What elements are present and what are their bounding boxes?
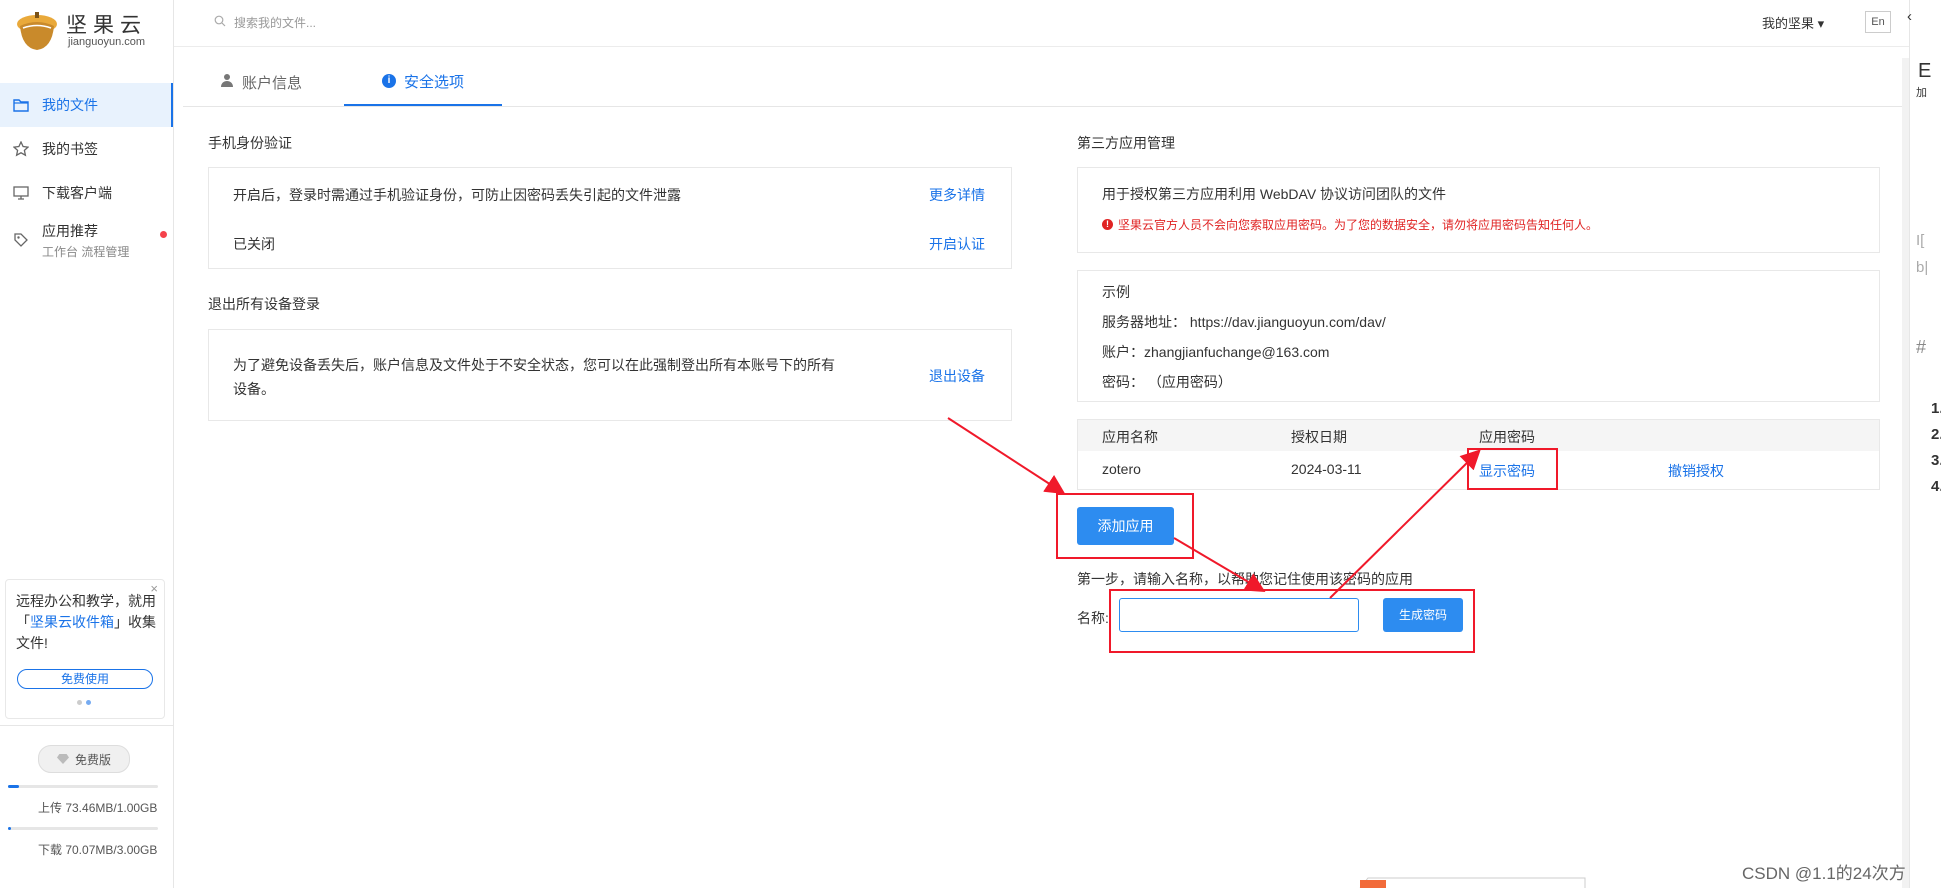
scrollbar[interactable] [1902,58,1909,888]
annotation-arrows [947,417,1586,888]
edge-text: # [1916,337,1927,357]
csdn-watermark: CSDN @1.1的24次方 [1742,864,1906,883]
chevron-left-icon[interactable]: ‹ [1907,8,1912,25]
edge-text: I[ [1916,232,1925,249]
edge-text: E [1918,60,1932,82]
edge-text: 1. [1931,400,1941,417]
edge-text: 加 [1916,87,1927,99]
edge-text: 3. [1931,452,1941,469]
edge-text: 4. [1931,478,1941,495]
edge-text: 2. [1931,426,1941,443]
edge-text: b| [1916,259,1929,276]
adjacent-window-edge: ‹ E 加 I[ b| # 1. 2. 3. 4. [1907,0,1941,888]
